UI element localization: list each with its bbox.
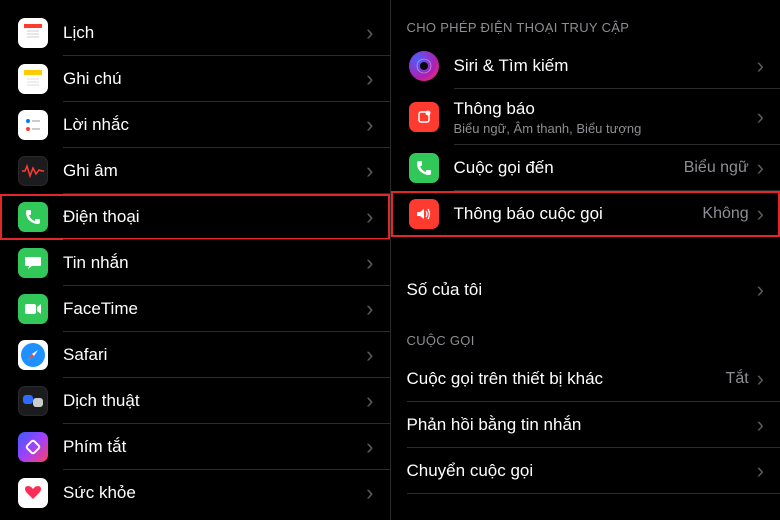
setting-call-forwarding[interactable]: Chuyển cuộc gọi › [391, 448, 780, 494]
settings-item-translate[interactable]: Dịch thuật › [0, 378, 390, 424]
safari-icon [18, 340, 48, 370]
chevron-right-icon: › [757, 460, 764, 482]
setting-respond-with-text[interactable]: Phản hồi bằng tin nhắn › [391, 402, 780, 448]
setting-label: Thông báo [454, 99, 757, 119]
section-header-access: CHO PHÉP ĐIỆN THOẠI TRUY CẬP [391, 0, 780, 43]
facetime-icon [18, 294, 48, 324]
incoming-call-icon [409, 153, 439, 183]
settings-item-calendar[interactable]: Lịch › [0, 10, 390, 56]
setting-label: Thông báo cuộc gọi [454, 204, 703, 224]
settings-item-label: Phím tắt [63, 437, 366, 457]
settings-item-label: Lời nhắc [63, 115, 366, 135]
settings-item-facetime[interactable]: FaceTime › [0, 286, 390, 332]
chevron-right-icon: › [757, 106, 764, 128]
settings-item-label: Lịch [63, 23, 366, 43]
setting-siri-search[interactable]: Siri & Tìm kiếm › [391, 43, 780, 89]
chevron-right-icon: › [757, 157, 764, 179]
shortcuts-icon [18, 432, 48, 462]
chevron-right-icon: › [757, 55, 764, 77]
settings-item-notes[interactable]: Ghi chú › [0, 56, 390, 102]
setting-value: Không [702, 205, 748, 223]
chevron-right-icon: › [757, 279, 764, 301]
setting-label: Chuyển cuộc gọi [407, 461, 757, 481]
chevron-right-icon: › [757, 368, 764, 390]
chevron-right-icon: › [366, 390, 373, 412]
setting-notifications[interactable]: Thông báo Biểu ngữ, Âm thanh, Biểu tượng… [391, 89, 780, 145]
chevron-right-icon: › [366, 160, 373, 182]
settings-item-messages[interactable]: Tin nhắn › [0, 240, 390, 286]
health-icon [18, 478, 48, 508]
settings-item-label: Ghi chú [63, 69, 366, 89]
notes-icon [18, 64, 48, 94]
calendar-icon [18, 18, 48, 48]
chevron-right-icon: › [757, 414, 764, 436]
setting-announce-calls[interactable]: Thông báo cuộc gọi Không › [391, 191, 780, 237]
setting-sublabel: Biểu ngữ, Âm thanh, Biểu tượng [454, 121, 757, 136]
chevron-right-icon: › [366, 68, 373, 90]
settings-item-label: Dịch thuật [63, 391, 366, 411]
chevron-right-icon: › [366, 252, 373, 274]
settings-item-phone[interactable]: Điện thoại › [0, 194, 390, 240]
chevron-right-icon: › [366, 206, 373, 228]
settings-item-label: Sức khỏe [63, 483, 366, 503]
settings-item-safari[interactable]: Safari › [0, 332, 390, 378]
chevron-right-icon: › [366, 22, 373, 44]
setting-value: Tắt [726, 370, 749, 388]
chevron-right-icon: › [366, 482, 373, 504]
chevron-right-icon: › [757, 203, 764, 225]
setting-label: Siri & Tìm kiếm [454, 56, 757, 76]
chevron-right-icon: › [366, 114, 373, 136]
reminders-icon [18, 110, 48, 140]
settings-item-label: Ghi âm [63, 161, 366, 181]
setting-calls-other-devices[interactable]: Cuộc gọi trên thiết bị khác Tắt › [391, 356, 780, 402]
setting-incoming-calls[interactable]: Cuộc gọi đến Biểu ngữ › [391, 145, 780, 191]
notification-icon [409, 102, 439, 132]
settings-item-label: Tin nhắn [63, 253, 366, 273]
settings-item-voicememos[interactable]: Ghi âm › [0, 148, 390, 194]
messages-icon [18, 248, 48, 278]
setting-label: Phản hồi bằng tin nhắn [407, 415, 757, 435]
settings-item-label: Safari [63, 345, 366, 365]
settings-item-shortcuts[interactable]: Phím tắt › [0, 424, 390, 470]
voicememos-icon [18, 156, 48, 186]
announce-icon [409, 199, 439, 229]
siri-icon [409, 51, 439, 81]
phone-settings-detail: CHO PHÉP ĐIỆN THOẠI TRUY CẬP Siri & Tìm … [390, 0, 780, 520]
setting-value: Biểu ngữ [684, 159, 749, 177]
setting-my-number[interactable]: Số của tôi › [391, 267, 780, 313]
translate-icon [18, 386, 48, 416]
settings-main-list: Lịch › Ghi chú › Lời nhắc › Ghi âm › Điệ… [0, 0, 390, 520]
section-header-calls: CUỘC GỌI [391, 313, 780, 356]
phone-icon [18, 202, 48, 232]
chevron-right-icon: › [366, 436, 373, 458]
chevron-right-icon: › [366, 344, 373, 366]
setting-label: Cuộc gọi đến [454, 158, 684, 178]
settings-item-health[interactable]: Sức khỏe › [0, 470, 390, 516]
settings-item-label: FaceTime [63, 299, 366, 319]
chevron-right-icon: › [366, 298, 373, 320]
setting-label: Số của tôi [407, 280, 757, 300]
setting-label: Cuộc gọi trên thiết bị khác [407, 369, 726, 389]
settings-item-label: Điện thoại [63, 207, 366, 227]
settings-item-reminders[interactable]: Lời nhắc › [0, 102, 390, 148]
